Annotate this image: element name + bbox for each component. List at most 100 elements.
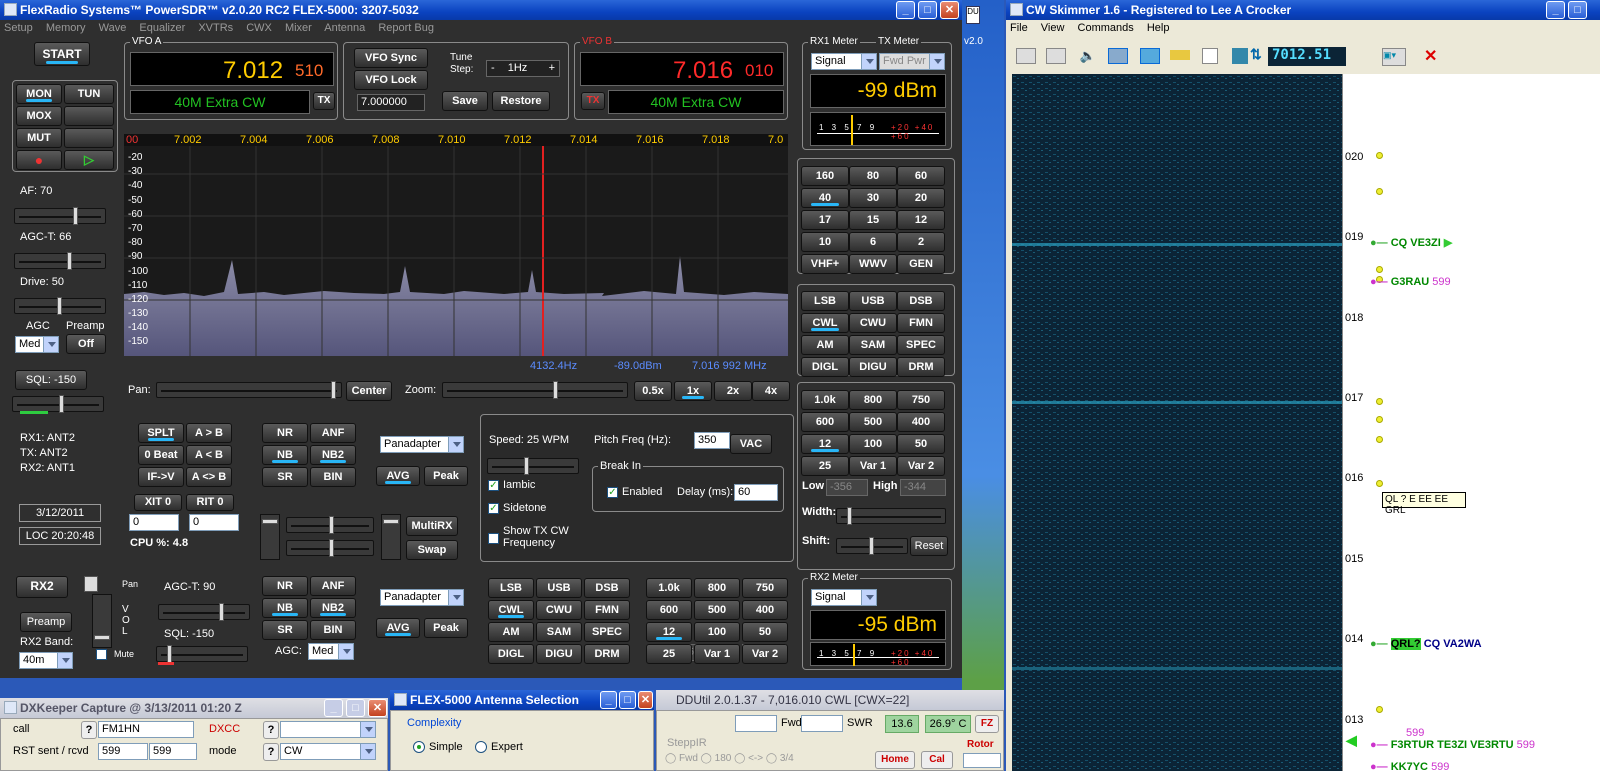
mode-combo[interactable]: CW	[280, 743, 376, 760]
mode-lsb[interactable]: LSB	[801, 291, 849, 311]
rx2-mode-sam[interactable]: SAM	[536, 622, 582, 642]
rx1-gain-thumb[interactable]	[262, 519, 278, 524]
mode-fmn[interactable]: FMN	[897, 313, 945, 333]
tune-step-plus[interactable]: +	[549, 62, 555, 74]
sql-slider-thumb[interactable]	[59, 395, 64, 413]
xit-field[interactable]: 0	[129, 514, 179, 531]
drive-slider-thumb[interactable]	[57, 297, 62, 315]
multirx-pan-thumb[interactable]	[329, 516, 334, 534]
filter-500[interactable]: 500	[849, 412, 897, 432]
vfo-entry-field[interactable]: 7.000000	[357, 94, 425, 111]
fwd-field[interactable]	[735, 715, 777, 732]
width-slider-thumb[interactable]	[847, 507, 852, 525]
rx2-filter-1.0k[interactable]: 1.0k	[646, 578, 692, 598]
rit-button[interactable]: RIT 0	[186, 494, 234, 511]
multirx-vol-thumb[interactable]	[329, 539, 334, 557]
delay-field[interactable]: 60	[734, 484, 778, 501]
save-button[interactable]: Save	[442, 91, 488, 111]
radio-icon[interactable]	[1016, 48, 1036, 64]
rx2-band-combo[interactable]: 40m	[19, 652, 73, 669]
rx2-filter-var1[interactable]: Var 1	[694, 644, 740, 664]
mode-usb[interactable]: USB	[849, 291, 897, 311]
a-swap-b-button[interactable]: A <> B	[186, 467, 232, 487]
band-160[interactable]: 160	[801, 166, 849, 186]
blank-button-2[interactable]	[64, 128, 114, 148]
rx2-bin-button[interactable]: BIN	[310, 620, 356, 640]
antenna-maximize-button[interactable]: □	[619, 691, 636, 709]
antenna-minimize-button[interactable]: _	[600, 691, 617, 709]
filter-100[interactable]: 100	[849, 434, 897, 454]
rx2-filter-100[interactable]: 100	[694, 622, 740, 642]
rx2-button[interactable]: RX2	[16, 576, 68, 598]
mon-button[interactable]: MON	[16, 84, 62, 104]
filter-800[interactable]: 800	[849, 390, 897, 410]
maximize-button[interactable]: □	[918, 1, 937, 19]
band-12[interactable]: 12	[897, 210, 945, 230]
rx2-agct-slider[interactable]	[158, 603, 250, 621]
mode-spec[interactable]: SPEC	[897, 335, 945, 355]
band-vhf+[interactable]: VHF+	[801, 254, 849, 274]
spot-dropdown-button[interactable]: ▣▾	[1382, 48, 1406, 66]
menu-report-bug[interactable]: Report Bug	[378, 22, 434, 34]
center-button[interactable]: Center	[346, 381, 392, 401]
restore-button[interactable]: Restore	[492, 91, 550, 111]
signal-dot[interactable]	[1376, 188, 1383, 195]
rx2-mode-cwu[interactable]: CWU	[536, 600, 582, 620]
high-field[interactable]: -344	[900, 479, 946, 496]
nb-button[interactable]: NB	[262, 445, 308, 465]
signal-dot[interactable]	[1376, 152, 1383, 159]
dxkeeper-maximize-button[interactable]: □	[346, 699, 365, 717]
signal-dot[interactable]	[1376, 706, 1383, 713]
panadapter-display[interactable]	[124, 134, 788, 356]
agct-slider-thumb[interactable]	[67, 252, 72, 270]
expert-radio[interactable]	[475, 741, 487, 753]
steppir-options[interactable]: ◯ Fwd ◯ 180 ◯ <-> ◯ 3/4	[665, 753, 794, 764]
rx2-mode-digl[interactable]: DIGL	[488, 644, 534, 664]
b-to-a-button[interactable]: A < B	[186, 445, 232, 465]
dxcc-help-button[interactable]: ?	[263, 721, 279, 739]
rx2-mode-cwl[interactable]: CWL	[488, 600, 534, 620]
nb2-button[interactable]: NB2	[310, 445, 356, 465]
iambic-checkbox[interactable]: ✓	[488, 480, 499, 491]
tune-step-control[interactable]: - 1Hz +	[486, 60, 560, 77]
rx2-nb-button[interactable]: NB	[262, 598, 308, 618]
rx2-agct-thumb[interactable]	[219, 603, 224, 621]
skimmer-menu-view[interactable]: View	[1041, 22, 1065, 34]
close-button[interactable]: ✕	[940, 1, 959, 19]
keyboard-icon[interactable]	[1046, 48, 1066, 64]
fz-button[interactable]: FZ	[975, 715, 999, 733]
skimmer-menu-file[interactable]: File	[1010, 22, 1028, 34]
rx2-filter-800[interactable]: 800	[694, 578, 740, 598]
show-tx-checkbox[interactable]	[488, 533, 499, 544]
filter-1.0k[interactable]: 1.0k	[801, 390, 849, 410]
shift-slider[interactable]	[836, 537, 908, 555]
tune-step-minus[interactable]: -	[491, 62, 495, 74]
drive-slider[interactable]	[14, 297, 106, 315]
skimmer-menu-help[interactable]: Help	[1147, 22, 1170, 34]
rx2-volume-slider[interactable]	[92, 594, 112, 648]
anf-button[interactable]: ANF	[310, 423, 356, 443]
tun-button[interactable]: TUN	[64, 84, 114, 104]
record-button[interactable]: ●	[16, 150, 62, 170]
rx2-filter-400[interactable]: 400	[742, 600, 788, 620]
menu-wave[interactable]: Wave	[99, 22, 127, 34]
vfob-tx-button[interactable]: TX	[581, 92, 605, 110]
band-2[interactable]: 2	[897, 232, 945, 252]
ruler-icon[interactable]	[1170, 50, 1190, 60]
rx2-gain-thumb[interactable]	[383, 519, 399, 524]
dxcc-combo[interactable]	[280, 721, 376, 738]
list-icon[interactable]	[1202, 48, 1218, 64]
pan-slider[interactable]	[156, 381, 342, 399]
vfo-sync-button[interactable]: VFO Sync	[354, 48, 428, 68]
cw-speed-slider-thumb[interactable]	[524, 457, 529, 475]
reset-button[interactable]: Reset	[910, 536, 948, 556]
mode-cwl[interactable]: CWL	[801, 313, 849, 333]
pan-slider-thumb[interactable]	[331, 381, 336, 399]
vac-button[interactable]: VAC	[730, 434, 772, 454]
updown-icon[interactable]: ⇅	[1250, 46, 1266, 66]
rx2-anf-button[interactable]: ANF	[310, 576, 356, 596]
band-wwv[interactable]: WWV	[849, 254, 897, 274]
filter-50[interactable]: 50	[897, 434, 945, 454]
band-30[interactable]: 30	[849, 188, 897, 208]
skimmer-minimize-button[interactable]: _	[1546, 1, 1565, 19]
